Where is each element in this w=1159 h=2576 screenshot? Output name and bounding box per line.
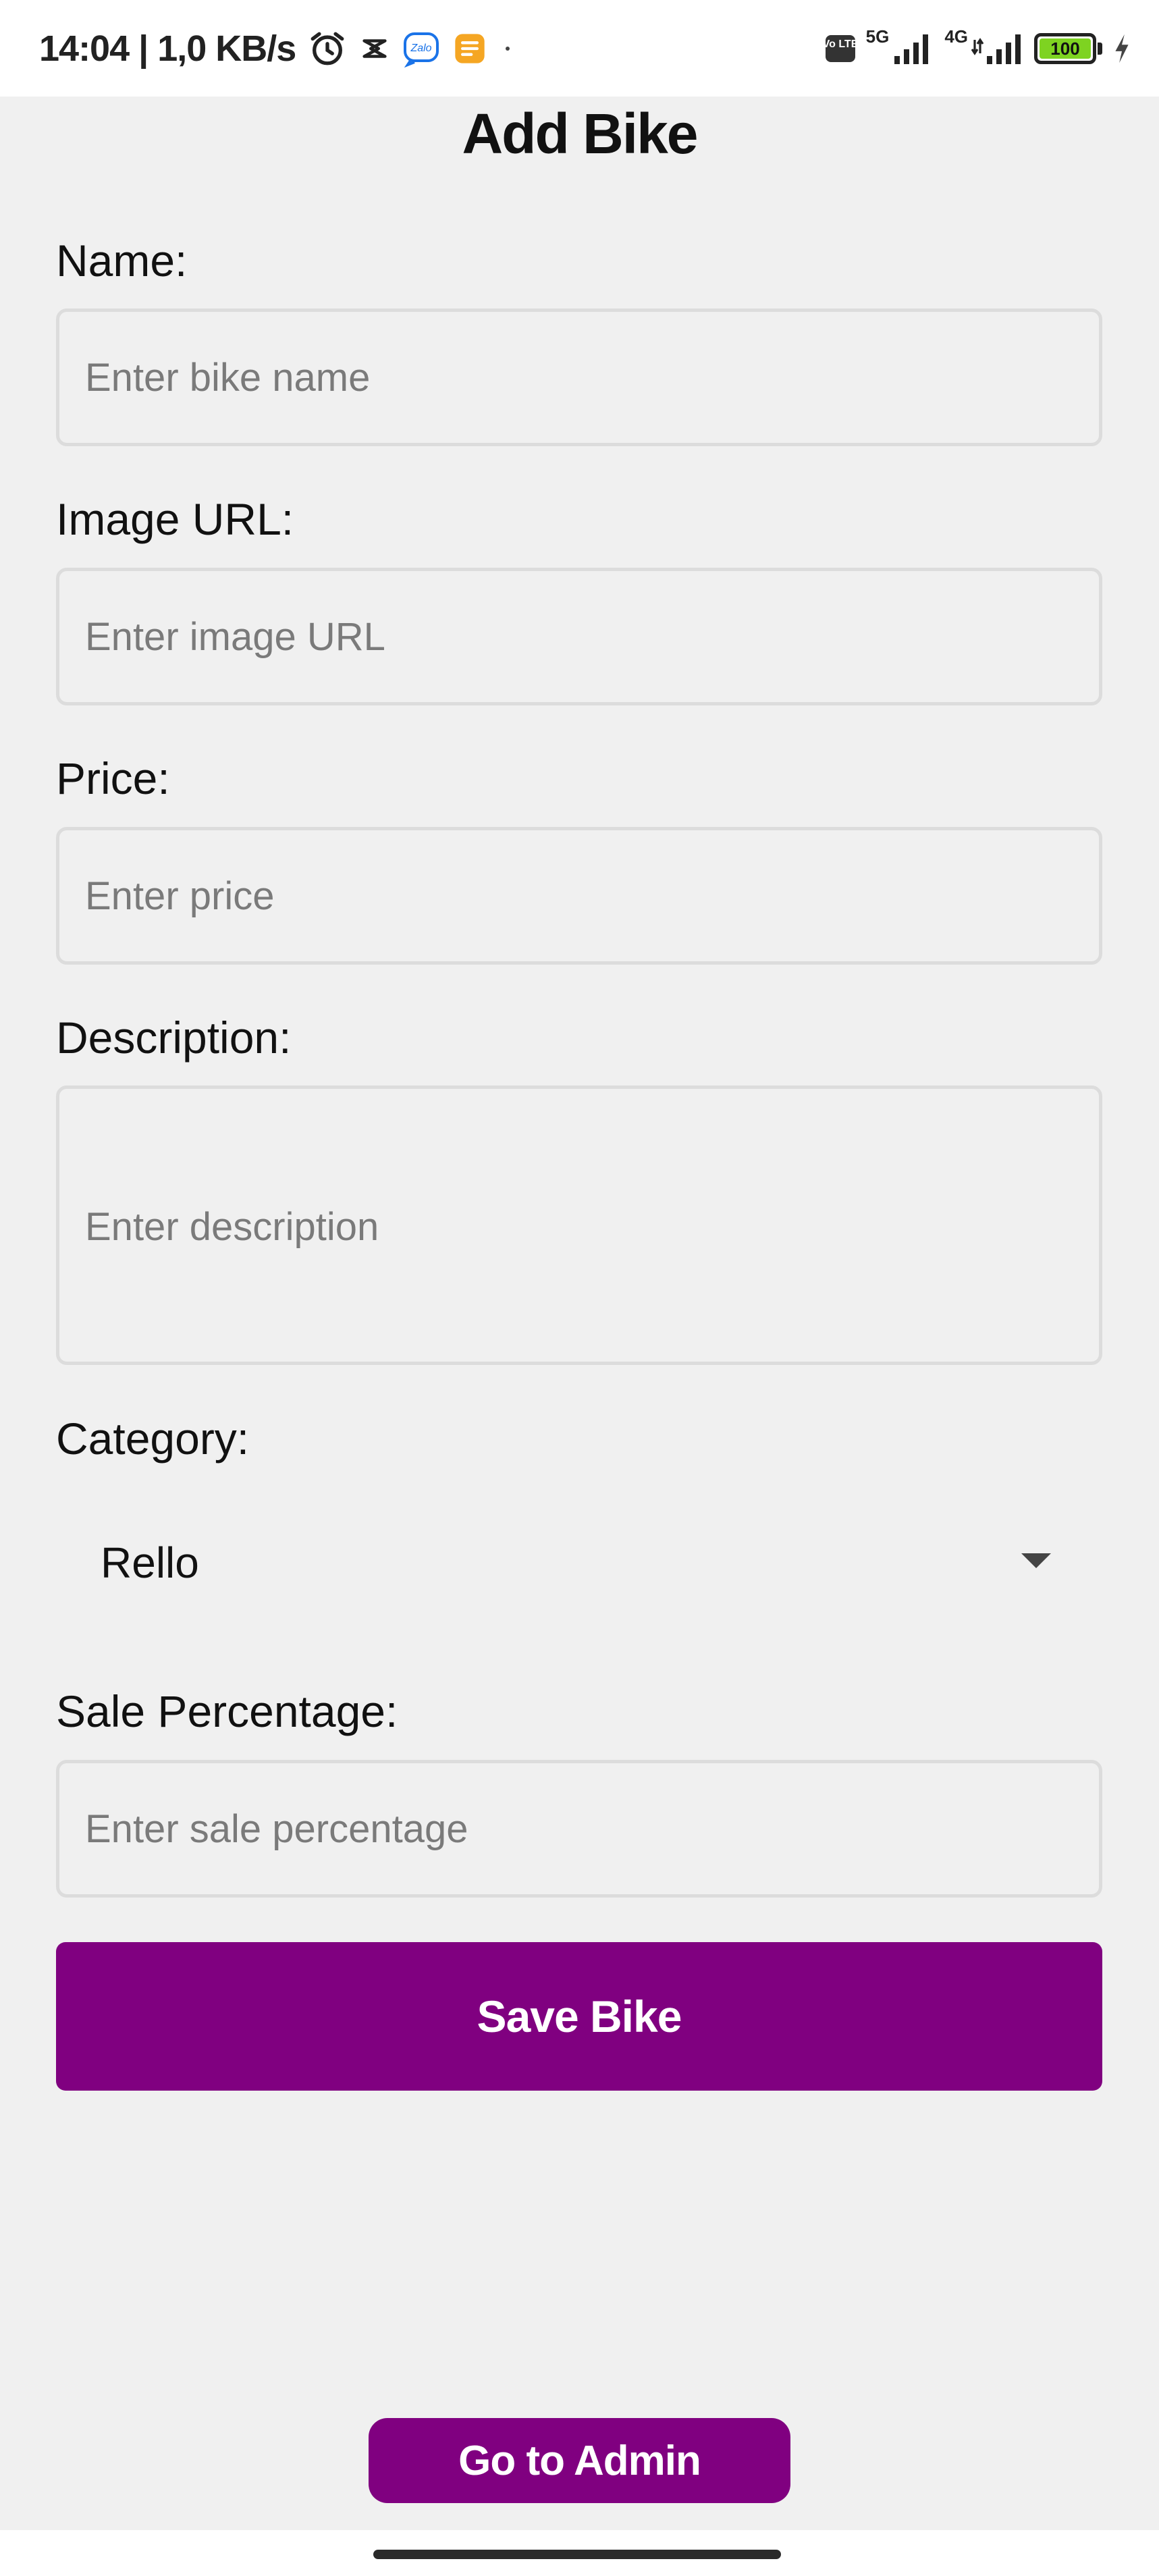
- volte-icon: Vo LTE: [824, 34, 857, 63]
- home-indicator[interactable]: [373, 2550, 781, 2559]
- category-label: Category:: [56, 1414, 250, 1464]
- price-input[interactable]: [56, 827, 1102, 965]
- dropdown-arrow-icon: [1021, 1553, 1051, 1568]
- description-input[interactable]: [56, 1085, 1102, 1365]
- dot-icon: [500, 41, 516, 57]
- image-url-label: Image URL:: [56, 494, 294, 544]
- network-label-2: 4G: [944, 26, 968, 47]
- battery-icon: 100: [1034, 33, 1096, 64]
- sale-percentage-label: Sale Percentage:: [56, 1686, 398, 1736]
- status-left: 14:04 | 1,0 KB/s Zalo: [39, 24, 516, 73]
- category-selected-value: Rello: [101, 1538, 199, 1587]
- battery-tip: [1098, 43, 1102, 55]
- image-url-input[interactable]: [56, 568, 1102, 705]
- notes-icon: [452, 31, 487, 66]
- navigation-bar: [0, 2530, 1159, 2576]
- network-label-1: 5G: [865, 26, 890, 47]
- go-to-admin-button[interactable]: Go to Admin: [369, 2418, 790, 2503]
- volte-label: Vo LTE: [824, 38, 857, 50]
- sale-percentage-input[interactable]: [56, 1760, 1102, 1898]
- battery-level: 100: [1050, 38, 1080, 59]
- signal-icon: [892, 32, 935, 65]
- price-label: Price:: [56, 753, 170, 803]
- alarm-icon: [308, 29, 347, 68]
- signal-icon-2: [971, 32, 1025, 65]
- status-time: 14:04 | 1,0 KB/s: [39, 28, 296, 69]
- save-bike-button[interactable]: Save Bike: [56, 1942, 1102, 2091]
- description-label: Description:: [56, 1013, 292, 1063]
- zalo-icon: Zalo: [402, 30, 440, 68]
- capcut-icon: [359, 33, 390, 64]
- bike-name-input[interactable]: [56, 308, 1102, 446]
- name-label: Name:: [56, 236, 188, 286]
- page-title: Add Bike: [462, 102, 698, 165]
- zalo-label: Zalo: [410, 43, 432, 54]
- category-dropdown[interactable]: Rello: [56, 1495, 1102, 1630]
- status-bar: 14:04 | 1,0 KB/s Zalo Vo LTE 5G 4G 100: [0, 0, 1159, 97]
- status-right: Vo LTE 5G 4G 100: [824, 24, 1132, 73]
- charging-icon: [1112, 33, 1132, 64]
